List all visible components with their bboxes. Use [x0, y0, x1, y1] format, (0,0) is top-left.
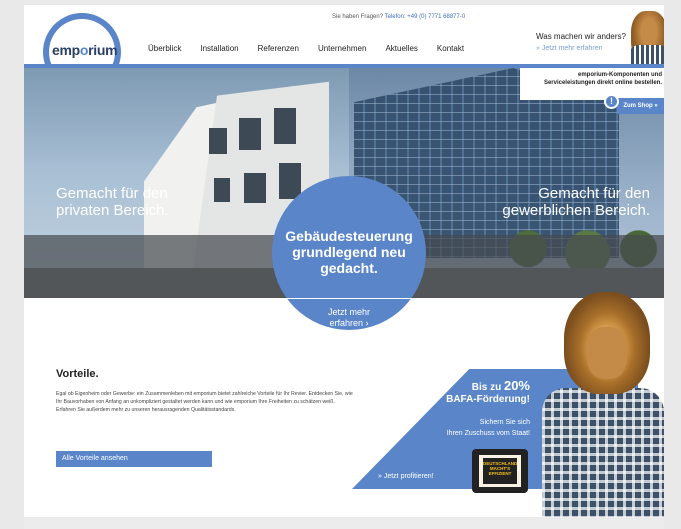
difference-title: Was machen wir anders?: [536, 32, 626, 41]
nav-item-installation[interactable]: Installation: [200, 44, 238, 53]
bafa-headline: Bis zu 20%: [440, 378, 530, 393]
hero-caption-commercial[interactable]: Gemacht für den gewerblichen Bereich.: [502, 185, 650, 219]
page: Sie haben Fragen? Telefon: +49 (0) 7771 …: [24, 5, 664, 529]
building-window: [274, 108, 296, 144]
hero-circle-title: Gebäudesteuerung grundlegend neu gedacht…: [272, 228, 426, 276]
hero-circle-line3: gedacht.: [320, 260, 378, 276]
building-window: [214, 178, 230, 202]
main-nav: Überblick Installation Referenzen Untern…: [148, 44, 483, 53]
logo-o: o: [79, 42, 89, 58]
hero-circle-divider: [272, 298, 426, 299]
shop-teaser-line1: emporium-Komponenten und: [578, 72, 662, 78]
shop-teaser-text: emporium-Komponenten und Serviceleistung…: [524, 71, 662, 87]
bafa-sub2: Ihren Zuschuss vom Staat!: [446, 430, 530, 437]
building-window: [244, 173, 266, 203]
bafa-sub1: Sichern Sie sich: [479, 419, 530, 426]
logo-suffix: rium: [88, 42, 118, 58]
contact-question: Sie haben Fragen?: [332, 14, 384, 20]
nav-item-unternehmen[interactable]: Unternehmen: [318, 44, 366, 53]
hero-caption-private-line1: Gemacht für den: [56, 185, 168, 202]
shop-teaser-line2: Serviceleistungen direkt online bestelle…: [543, 80, 662, 86]
nav-item-aktuelles[interactable]: Aktuelles: [385, 44, 417, 53]
vorteile-text: Egal ob Eigenheim oder Gewerbe: ein Zusa…: [56, 391, 353, 413]
hero-circle-line1: Gebäudesteuerung: [285, 228, 413, 244]
logo-prefix: emp: [52, 42, 80, 58]
difference-link[interactable]: » Jetzt mehr erfahren: [536, 45, 603, 52]
logo[interactable]: emporium: [52, 42, 118, 58]
info-alert-icon: !: [604, 94, 619, 109]
building-window: [279, 163, 301, 199]
hero-circle-link-line2: erfahren ›: [329, 318, 369, 328]
hero-circle-link-line1: Jetzt mehr: [327, 307, 370, 317]
efficiency-badge: DEUTSCHLAND MACHT'S EFFIZIENT: [483, 458, 517, 484]
lion-mascot-shirt: [542, 388, 664, 519]
lion-mascot-face: [587, 327, 627, 379]
contact-line: Sie haben Fragen? Telefon: +49 (0) 7771 …: [332, 14, 465, 20]
footer-bar: [24, 517, 664, 529]
shop-button[interactable]: Zum Shop »: [617, 98, 664, 114]
bafa-headline-value: 20%: [503, 378, 530, 393]
hero-caption-private[interactable]: Gemacht für den privaten Bereich.: [56, 185, 169, 219]
vorteile-button[interactable]: Alle Vorteile ansehen: [56, 451, 212, 467]
header-accent-strip: [24, 64, 664, 68]
lion-mascot-small-shirt: [629, 45, 664, 65]
hero-caption-private-line2: privaten Bereich.: [56, 202, 169, 219]
hero-caption-commercial-line2: gewerblichen Bereich.: [502, 202, 650, 219]
bafa-link[interactable]: » Jetzt profitieren!: [378, 473, 434, 480]
nav-item-kontakt[interactable]: Kontakt: [437, 44, 464, 53]
building-window: [209, 128, 227, 154]
bafa-subheadline: BAFA-Förderung!: [446, 394, 530, 405]
nav-item-ueberblick[interactable]: Überblick: [148, 44, 181, 53]
contact-phone[interactable]: Telefon: +49 (0) 7771 68877-0: [385, 14, 466, 20]
bafa-headline-prefix: Bis zu: [471, 382, 504, 393]
building-window: [239, 118, 261, 150]
hero-circle-link[interactable]: Jetzt mehr erfahren ›: [272, 307, 426, 329]
hero-circle-line2: grundlegend neu: [292, 244, 406, 260]
hero-caption-commercial-line1: Gemacht für den: [538, 185, 650, 202]
vorteile-title: Vorteile.: [56, 368, 99, 380]
nav-item-referenzen[interactable]: Referenzen: [258, 44, 299, 53]
